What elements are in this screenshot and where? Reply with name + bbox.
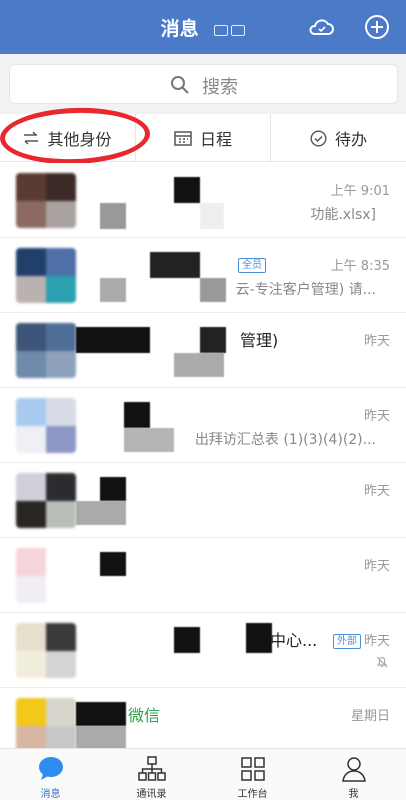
page-title: 消息 bbox=[0, 14, 406, 41]
add-icon[interactable] bbox=[362, 12, 392, 42]
conversation-item[interactable]: 中心... 外部 昨天 bbox=[0, 613, 406, 688]
tab-me-label: 我 bbox=[348, 789, 359, 800]
todo-button[interactable]: 待办 bbox=[270, 114, 406, 162]
todo-label: 待办 bbox=[334, 130, 367, 149]
conversation-time: 昨天 bbox=[363, 559, 390, 574]
conversation-item[interactable]: 全员 云-专注客户管理) 请... 上午 8:35 bbox=[0, 238, 406, 313]
avatar bbox=[16, 398, 76, 453]
schedule-label: 日程 bbox=[199, 130, 232, 149]
page-title-text: 消息 bbox=[160, 18, 199, 40]
conversation-time: 昨天 bbox=[363, 409, 390, 424]
conversation-time: 星期日 bbox=[350, 709, 390, 724]
search-placeholder: 搜索 bbox=[202, 77, 238, 98]
conversation-item[interactable]: 昨天 bbox=[0, 538, 406, 613]
avatar bbox=[16, 173, 76, 228]
devices-icon bbox=[211, 19, 246, 41]
redacted-block bbox=[100, 477, 126, 501]
conversation-item[interactable]: 昨天 bbox=[0, 463, 406, 538]
redacted-block bbox=[150, 252, 200, 278]
cloud-icon[interactable] bbox=[306, 12, 336, 42]
mute-icon bbox=[376, 656, 388, 668]
tab-me[interactable]: 我 bbox=[303, 749, 404, 800]
tab-workbench-label: 工作台 bbox=[237, 789, 268, 800]
conversation-name: 微信 bbox=[128, 706, 161, 725]
redacted-block bbox=[76, 702, 126, 726]
chat-bubble-icon bbox=[39, 757, 63, 780]
search-area: 搜索 bbox=[0, 54, 406, 114]
calendar-icon bbox=[174, 131, 192, 146]
all-staff-badge: 全员 bbox=[238, 258, 266, 273]
conversation-time: 昨天 bbox=[363, 334, 390, 349]
conversation-item[interactable]: 出拜访汇总表 (1)(3)(4)(2)... 昨天 bbox=[0, 388, 406, 463]
avatar bbox=[16, 248, 76, 303]
external-badge: 外部 bbox=[333, 634, 361, 649]
redacted-block bbox=[174, 627, 200, 653]
redacted-block bbox=[174, 177, 200, 203]
conversation-time: 昨天 bbox=[363, 634, 390, 649]
org-chart-icon bbox=[138, 756, 166, 781]
conversation-preview: 出拜访汇总表 (1)(3)(4)(2)... bbox=[194, 432, 376, 448]
tab-contacts[interactable]: 通讯录 bbox=[101, 749, 202, 800]
redacted-block bbox=[76, 726, 126, 750]
redacted-block bbox=[100, 552, 126, 576]
conversation-time: 昨天 bbox=[363, 484, 390, 499]
conversation-item[interactable]: 功能.xlsx] 上午 9:01 bbox=[0, 163, 406, 238]
avatar bbox=[16, 623, 76, 678]
tab-messages-label: 消息 bbox=[40, 789, 61, 800]
search-icon bbox=[171, 76, 189, 94]
check-circle-icon bbox=[310, 129, 327, 147]
avatar bbox=[16, 473, 76, 528]
conversation-name: 中心... bbox=[270, 631, 318, 650]
redacted-block bbox=[124, 402, 150, 428]
tab-contacts-label: 通讯录 bbox=[136, 789, 167, 800]
conversation-preview: 云-专注客户管理) 请... bbox=[235, 282, 376, 298]
conversation-name: 管理) bbox=[240, 331, 279, 350]
bottom-tab-bar: 消息 通讯录 工作台 我 bbox=[0, 748, 406, 800]
person-icon bbox=[342, 757, 366, 782]
avatar bbox=[16, 698, 76, 753]
redacted-block bbox=[76, 327, 150, 353]
grid-icon bbox=[241, 757, 265, 781]
redacted-block bbox=[76, 501, 126, 525]
conversation-time: 上午 8:35 bbox=[330, 259, 390, 274]
tab-workbench[interactable]: 工作台 bbox=[202, 749, 303, 800]
redacted-block bbox=[200, 327, 226, 353]
search-input[interactable]: 搜索 bbox=[9, 64, 398, 104]
tab-messages[interactable]: 消息 bbox=[0, 749, 101, 800]
conversation-item[interactable]: 管理) 昨天 bbox=[0, 313, 406, 388]
redacted-block bbox=[246, 623, 272, 653]
top-header: 消息 bbox=[0, 0, 406, 54]
schedule-button[interactable]: 日程 bbox=[135, 114, 270, 162]
conversation-time: 上午 9:01 bbox=[330, 184, 390, 199]
conversation-preview: 功能.xlsx] bbox=[310, 207, 376, 223]
avatar bbox=[16, 323, 76, 378]
avatar bbox=[16, 548, 76, 603]
redacted-block bbox=[174, 327, 200, 353]
redacted-block bbox=[174, 353, 224, 377]
